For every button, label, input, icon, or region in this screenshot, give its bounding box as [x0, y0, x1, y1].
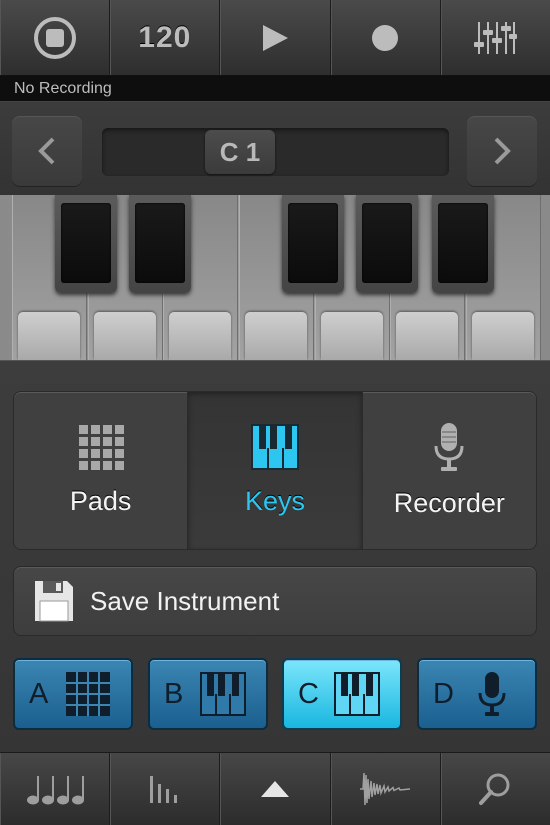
chevron-left-icon — [38, 137, 55, 165]
black-key[interactable] — [432, 195, 494, 293]
mode-pads-label: Pads — [69, 486, 132, 516]
expand-button[interactable] — [220, 753, 331, 825]
slot-b-letter: B — [164, 677, 184, 710]
tempo-button[interactable]: 120 — [110, 0, 221, 75]
mode-recorder-button[interactable]: Recorder — [363, 392, 536, 549]
save-instrument-label: Save Instrument — [90, 585, 280, 616]
octave-label: C 1 — [219, 136, 261, 167]
music-notes-icon — [26, 776, 84, 805]
stop-button[interactable] — [0, 0, 111, 75]
level-bars-icon — [149, 776, 177, 803]
microphone-icon — [469, 671, 515, 717]
slot-d-button[interactable]: D — [417, 658, 537, 730]
mode-recorder-label: Recorder — [393, 488, 505, 518]
piano-keyboard — [0, 195, 550, 360]
instrument-mode-selector: Pads Keys Recorder — [13, 391, 537, 550]
mixer-button[interactable] — [441, 0, 550, 75]
black-key[interactable] — [55, 195, 117, 293]
transport-bar: 120 — [0, 0, 550, 76]
piano-icon — [200, 671, 246, 717]
grid-icon — [78, 425, 124, 470]
triangle-up-icon — [261, 781, 289, 797]
play-button[interactable] — [220, 0, 331, 75]
slot-a-letter: A — [29, 677, 49, 710]
slot-a-button[interactable]: A — [13, 658, 133, 730]
octave-up-button[interactable] — [467, 116, 537, 186]
grid-icon — [65, 671, 111, 717]
piano-icon — [334, 671, 380, 717]
tempo-value: 120 — [138, 20, 192, 54]
octave-down-button[interactable] — [12, 116, 82, 186]
chevron-right-icon — [494, 137, 511, 165]
slot-c-letter: C — [298, 677, 319, 710]
octave-selector: C 1 — [0, 102, 550, 195]
notes-button[interactable] — [0, 753, 111, 825]
black-key[interactable] — [129, 195, 191, 293]
mixer-sliders-icon — [474, 21, 518, 54]
levels-button[interactable] — [110, 753, 221, 825]
search-button[interactable] — [441, 753, 550, 825]
record-button[interactable] — [331, 0, 441, 75]
record-icon — [372, 24, 399, 51]
play-icon — [263, 24, 288, 51]
instrument-slots: A B C D — [13, 658, 537, 731]
black-key[interactable] — [356, 195, 418, 293]
waveform-icon — [360, 772, 411, 806]
recording-status: No Recording — [0, 76, 550, 102]
slot-b-button[interactable]: B — [148, 658, 268, 730]
search-icon — [479, 773, 510, 805]
piano-icon — [250, 424, 299, 470]
save-instrument-button[interactable]: Save Instrument — [13, 566, 537, 636]
slot-c-button[interactable]: C — [282, 658, 402, 730]
waveform-button[interactable] — [331, 753, 441, 825]
mode-keys-button[interactable]: Keys — [188, 392, 363, 549]
octave-slider-track[interactable]: C 1 — [102, 128, 449, 176]
floppy-disk-icon — [35, 581, 73, 622]
bottom-toolbar — [0, 752, 550, 825]
octave-slider-thumb[interactable]: C 1 — [205, 130, 275, 174]
microphone-icon — [434, 423, 464, 471]
black-key[interactable] — [282, 195, 344, 293]
mode-keys-label: Keys — [244, 486, 305, 516]
mode-pads-button[interactable]: Pads — [14, 392, 189, 549]
stop-circle-icon — [33, 16, 76, 59]
slot-d-letter: D — [433, 677, 454, 710]
instrument-panel: Pads Keys Recorder Save Instrument A B C… — [0, 360, 550, 752]
